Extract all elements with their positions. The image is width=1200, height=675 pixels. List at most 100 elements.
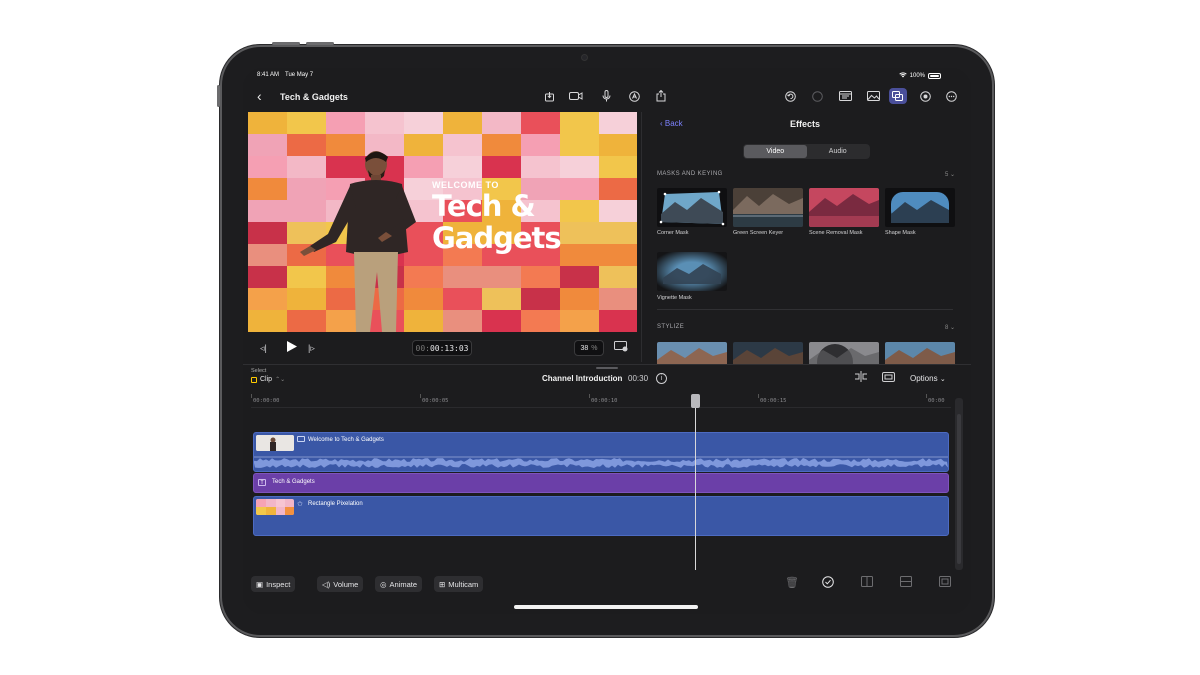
project-title: Tech & Gadgets [280, 92, 348, 102]
zoom-unit: % [591, 344, 598, 352]
select-label: Select [251, 368, 267, 374]
effects-tab-control: Video Audio [743, 144, 870, 159]
ruler-tick: 00:00 [928, 398, 945, 404]
timecode-dim: 00: [415, 343, 430, 353]
effect-thumb-stylize-1[interactable] [657, 342, 727, 364]
options-menu[interactable]: Options ⌄ [910, 374, 946, 383]
speaker-icon: ◁) [322, 579, 331, 589]
playhead[interactable] [695, 394, 696, 570]
mosaic-tile [599, 178, 637, 200]
viewer-options-icon[interactable] [614, 341, 628, 354]
effect-thumb-scene-removal-mask[interactable] [809, 188, 879, 227]
ruler-mark [251, 394, 252, 398]
timeline-scrollbar[interactable] [955, 398, 963, 570]
effect-thumb-green-screen-keyer[interactable] [733, 188, 803, 227]
color-icon[interactable] [917, 88, 933, 104]
mosaic-tile [443, 134, 482, 156]
effect-thumb-stylize-2[interactable] [733, 342, 803, 364]
inspect-button[interactable]: ▣ Inspect [251, 576, 296, 592]
replace-icon[interactable] [939, 576, 951, 590]
camera-icon[interactable] [568, 88, 584, 104]
presenter-figure [300, 151, 416, 332]
effect-thumb-shape-mask[interactable] [885, 188, 955, 227]
play-button[interactable] [286, 340, 298, 356]
playhead-handle[interactable] [691, 394, 700, 408]
status-right: 100% [898, 72, 941, 80]
export-icon[interactable] [541, 88, 557, 104]
chevron-down-icon: ⌄ [939, 376, 946, 383]
status-date: Tue May 7 [285, 72, 314, 78]
mosaic-tile [443, 156, 482, 178]
back-chevron-icon[interactable]: ‹ [257, 88, 262, 104]
section-count-stylize[interactable]: 8 ⌄ [945, 324, 955, 331]
markup-icon[interactable] [626, 88, 642, 104]
detach-icon[interactable] [900, 576, 912, 590]
timeline-project-name: Channel Introduction [542, 374, 623, 383]
mosaic-tile [521, 112, 560, 134]
split-icon[interactable] [861, 576, 873, 590]
video-clip-main[interactable]: Welcome to Tech & Gadgets [253, 432, 949, 472]
mosaic-tile [248, 200, 287, 222]
section-count-masks[interactable]: 5 ⌄ [945, 171, 955, 178]
home-indicator[interactable] [514, 605, 698, 609]
ruler-mark [420, 394, 421, 398]
chevron-updown-icon: ⌃⌄ [275, 377, 286, 383]
zoom-control[interactable]: 38 % [574, 340, 604, 356]
title-clip[interactable]: T Tech & Gadgets [253, 473, 949, 493]
info-icon[interactable]: i [656, 373, 667, 384]
multicam-button[interactable]: ⊞ Multicam [434, 576, 484, 592]
effects-icon[interactable] [889, 88, 907, 104]
mosaic-tile [326, 112, 365, 134]
video-viewer[interactable]: WELCOME TO Tech & Gadgets [248, 112, 637, 332]
mosaic-tile [599, 244, 637, 266]
headline-line-2: Gadgets [432, 221, 562, 255]
browser-icon[interactable] [837, 88, 853, 104]
snapping-icon[interactable] [854, 371, 868, 385]
timeline-header: Select Clip ⌃⌄ Channel Introduction 00:3… [243, 366, 971, 394]
select-mode-menu[interactable]: Clip ⌃⌄ [251, 376, 285, 383]
animate-label: Animate [389, 579, 418, 589]
effects-browser: ‹ Back Effects Video Audio MASKS AND KEY… [647, 112, 971, 364]
mosaic-tile [248, 156, 287, 178]
panel-divider[interactable] [641, 112, 642, 362]
mosaic-tile [482, 288, 521, 310]
transport-controls: ◃| |▹ 00: 00:13:03 38 % [248, 334, 637, 364]
skip-forward-icon[interactable]: |▹ [308, 343, 315, 354]
more-icon[interactable] [943, 88, 959, 104]
undo-icon[interactable] [782, 88, 798, 104]
skip-back-icon[interactable]: ◃| [260, 343, 267, 354]
effect-label-corner-mask: Corner Mask [657, 230, 689, 236]
effect-thumb-vignette-mask[interactable] [657, 252, 727, 291]
microphone-icon[interactable] [598, 88, 614, 104]
clip-name-background: Rectangle Pixelation [308, 501, 363, 507]
mosaic-tile [482, 266, 521, 288]
timeline-tracks: Welcome to Tech & Gadgets T Tech & Gadge… [251, 408, 951, 568]
ruler-mark [589, 394, 590, 398]
delete-icon[interactable]: 🗑︎ [785, 576, 799, 589]
tab-audio[interactable]: Audio [807, 145, 870, 158]
volume-button[interactable]: ◁) Volume [317, 576, 364, 592]
mosaic-tile [560, 200, 599, 222]
front-camera [582, 55, 587, 60]
effect-thumb-stylize-4[interactable] [885, 342, 955, 364]
clip-name-title: Tech & Gadgets [272, 479, 315, 485]
mosaic-tile [599, 112, 637, 134]
mosaic-tile [443, 310, 482, 332]
timeline-view-icon[interactable] [882, 371, 895, 385]
photos-icon[interactable] [865, 88, 881, 104]
mosaic-tile [248, 222, 287, 244]
timeline-duration: 00:30 [628, 374, 649, 383]
share-icon[interactable] [653, 88, 669, 104]
animate-button[interactable]: ◎ Animate [375, 576, 423, 592]
mosaic-tile [521, 288, 560, 310]
effect-thumb-corner-mask[interactable] [657, 188, 727, 227]
timeline-ruler[interactable]: 00:00:00 00:00:05 00:00:10 00:00:15 00:0… [251, 394, 951, 408]
background-clip[interactable]: ✩ Rectangle Pixelation [253, 496, 949, 536]
redo-icon[interactable] [809, 88, 825, 104]
tab-video[interactable]: Video [744, 145, 807, 158]
options-label: Options [910, 374, 938, 383]
battery-percent: 100% [909, 73, 925, 79]
checkmark-icon[interactable] [822, 576, 834, 591]
inspect-icon: ▣ [256, 579, 264, 589]
effect-thumb-stylize-3[interactable] [809, 342, 879, 364]
